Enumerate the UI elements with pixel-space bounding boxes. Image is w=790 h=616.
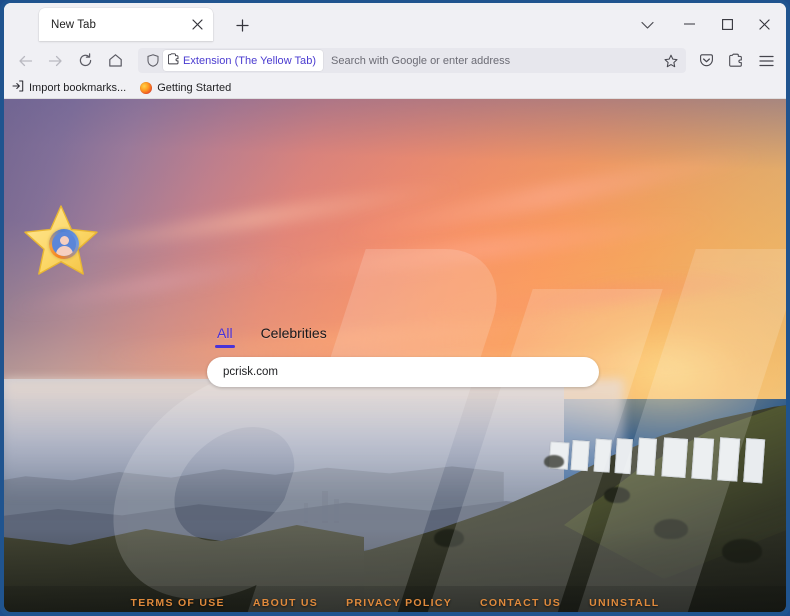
- pocket-icon[interactable]: [692, 48, 720, 74]
- window-maximize-button[interactable]: [710, 9, 744, 39]
- window-minimize-button[interactable]: [672, 9, 706, 39]
- search-input-value: pcrisk.com: [223, 366, 278, 378]
- bookmark-getting-started[interactable]: Getting Started: [140, 81, 232, 94]
- page-footer: TERMS OF USE ABOUT US PRIVACY POLICY CON…: [4, 586, 786, 612]
- extensions-icon[interactable]: [722, 48, 750, 74]
- avatar-inner: [52, 232, 76, 256]
- bookmark-label: Getting Started: [157, 81, 232, 94]
- footer-link-about-us[interactable]: ABOUT US: [239, 597, 332, 609]
- page-content: All Celebrities pcrisk.com TERMS OF USE …: [4, 99, 786, 612]
- navigation-toolbar: Extension (The Yellow Tab) Search with G…: [4, 44, 786, 77]
- extension-chip-label: Extension (The Yellow Tab): [183, 54, 317, 67]
- url-input[interactable]: Search with Google or enter address: [323, 55, 659, 67]
- footer-link-uninstall[interactable]: UNINSTALL: [575, 597, 673, 609]
- yellow-star-avatar-logo[interactable]: [22, 203, 100, 277]
- tab-all[interactable]: All: [215, 325, 235, 348]
- address-bar[interactable]: Extension (The Yellow Tab) Search with G…: [138, 48, 686, 73]
- avatar-icon: [49, 229, 79, 259]
- list-all-tabs-icon[interactable]: [635, 13, 659, 37]
- tab-title: New Tab: [51, 18, 96, 31]
- bookmark-label: Import bookmarks...: [29, 81, 127, 94]
- search-widget: All Celebrities pcrisk.com: [207, 325, 599, 387]
- firefox-icon: [140, 81, 153, 94]
- tab-celebrities[interactable]: Celebrities: [261, 325, 327, 348]
- bookmarks-toolbar: Import bookmarks... Getting Started: [4, 77, 786, 99]
- footer-link-contact-us[interactable]: CONTACT US: [466, 597, 575, 609]
- shield-icon[interactable]: [143, 51, 163, 71]
- tab-close-icon[interactable]: [187, 15, 207, 35]
- valley-haze: [4, 379, 624, 499]
- back-arrow-icon[interactable]: [10, 48, 40, 74]
- extension-identity-chip[interactable]: Extension (The Yellow Tab): [163, 50, 324, 71]
- search-input[interactable]: pcrisk.com: [207, 357, 599, 387]
- import-icon: [12, 79, 24, 97]
- window-close-button[interactable]: [747, 9, 781, 39]
- bush: [544, 455, 564, 468]
- browser-tab[interactable]: New Tab: [39, 8, 213, 41]
- forward-arrow-icon[interactable]: [40, 48, 70, 74]
- toolbar-right-group: [692, 48, 780, 74]
- extension-puzzle-icon: [167, 52, 179, 70]
- bush: [604, 487, 630, 503]
- browser-window-inner: New Tab Extension (The Yellow Tab) Searc…: [4, 3, 786, 612]
- reload-icon[interactable]: [70, 48, 100, 74]
- home-icon[interactable]: [100, 48, 130, 74]
- avatar-body: [55, 246, 73, 256]
- footer-link-terms-of-use[interactable]: TERMS OF USE: [117, 597, 239, 609]
- hamburger-menu-icon[interactable]: [752, 48, 780, 74]
- bookmark-import-bookmarks[interactable]: Import bookmarks...: [12, 79, 126, 97]
- avatar-head: [59, 236, 69, 245]
- tab-strip: New Tab: [4, 3, 786, 44]
- browser-window: New Tab Extension (The Yellow Tab) Searc…: [0, 0, 790, 616]
- new-tab-button[interactable]: [231, 14, 253, 36]
- category-tabs: All Celebrities: [207, 325, 599, 348]
- footer-link-privacy-policy[interactable]: PRIVACY POLICY: [332, 597, 466, 609]
- bookmark-star-icon[interactable]: [659, 50, 683, 72]
